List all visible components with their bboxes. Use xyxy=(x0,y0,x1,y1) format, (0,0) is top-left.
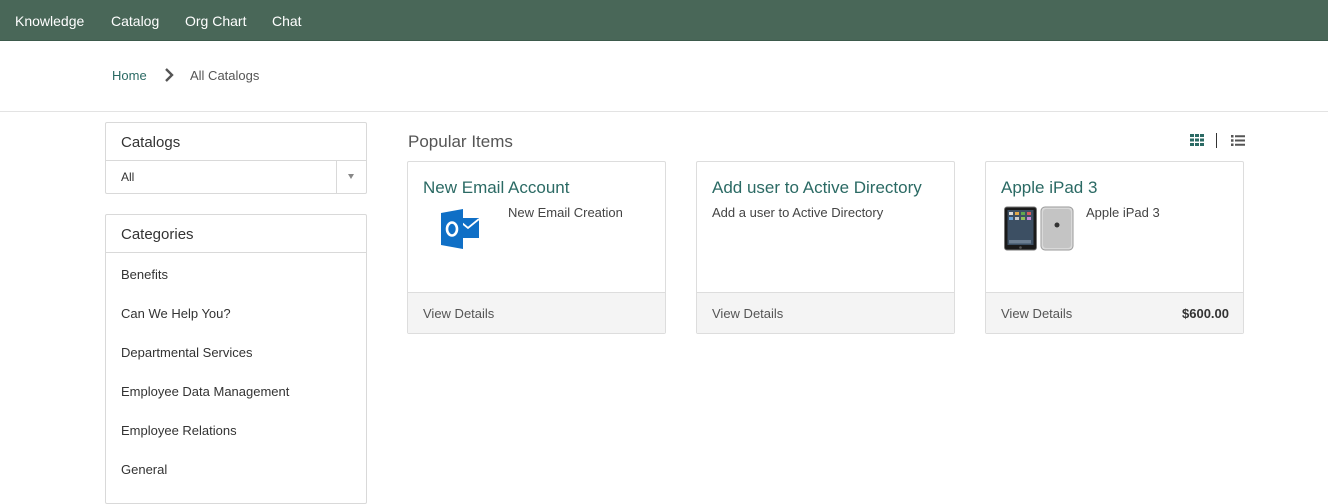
category-item-can-we-help-you[interactable]: Can We Help You? xyxy=(121,306,231,321)
outlook-icon xyxy=(441,209,480,249)
nav-item-org-chart[interactable]: Org Chart xyxy=(185,0,246,41)
view-toggle-divider xyxy=(1216,133,1217,148)
categories-panel-title: Categories xyxy=(121,226,194,243)
catalog-item-card: New Email Account New Email Creation Vie… xyxy=(407,161,666,334)
item-title-link[interactable]: Add user to Active Directory xyxy=(712,178,922,198)
list-view-icon[interactable] xyxy=(1231,135,1245,146)
breadcrumb-home-link[interactable]: Home xyxy=(112,68,147,83)
panel-divider xyxy=(106,252,366,253)
catalog-item-card: Apple iPad 3 Apple iPad 3 View Details $… xyxy=(985,161,1244,334)
chevron-right-icon xyxy=(165,68,174,82)
breadcrumb: Home All Catalogs xyxy=(0,41,1328,112)
category-item-departmental-services[interactable]: Departmental Services xyxy=(121,345,253,360)
catalog-item-card: Add user to Active Directory Add a user … xyxy=(696,161,955,334)
categories-panel: Categories Benefits Can We Help You? Dep… xyxy=(105,214,367,504)
popular-items-title: Popular Items xyxy=(408,132,513,151)
card-footer: View Details xyxy=(408,292,665,333)
category-item-benefits[interactable]: Benefits xyxy=(121,267,168,282)
card-footer: View Details xyxy=(697,292,954,333)
catalogs-panel: Catalogs All xyxy=(105,122,367,194)
top-nav-bar: Knowledge Catalog Org Chart Chat xyxy=(0,0,1328,41)
view-details-link[interactable]: View Details xyxy=(712,306,783,321)
card-footer: View Details $600.00 xyxy=(986,292,1243,333)
item-price: $600.00 xyxy=(1182,306,1229,321)
caret-down-icon xyxy=(348,174,354,179)
ipad-image xyxy=(1004,206,1074,251)
nav-item-catalog[interactable]: Catalog xyxy=(111,0,159,41)
catalog-select[interactable]: All xyxy=(106,160,366,193)
nav-item-chat[interactable]: Chat xyxy=(272,0,302,41)
catalog-select-value: All xyxy=(121,170,135,184)
nav-item-knowledge[interactable]: Knowledge xyxy=(15,0,84,41)
grid-view-icon[interactable] xyxy=(1190,134,1204,146)
category-item-employee-data-management[interactable]: Employee Data Management xyxy=(121,384,289,399)
view-details-link[interactable]: View Details xyxy=(1001,306,1072,321)
select-divider xyxy=(336,161,337,193)
category-item-employee-relations[interactable]: Employee Relations xyxy=(121,423,237,438)
item-description: Add a user to Active Directory xyxy=(712,205,884,220)
item-title-link[interactable]: New Email Account xyxy=(423,178,569,198)
item-title-link[interactable]: Apple iPad 3 xyxy=(1001,178,1097,198)
item-description: Apple iPad 3 xyxy=(1086,205,1160,220)
view-details-link[interactable]: View Details xyxy=(423,306,494,321)
category-item-general[interactable]: General xyxy=(121,462,167,477)
breadcrumb-current: All Catalogs xyxy=(190,68,260,83)
item-description: New Email Creation xyxy=(508,205,623,220)
catalogs-panel-title: Catalogs xyxy=(121,134,181,151)
